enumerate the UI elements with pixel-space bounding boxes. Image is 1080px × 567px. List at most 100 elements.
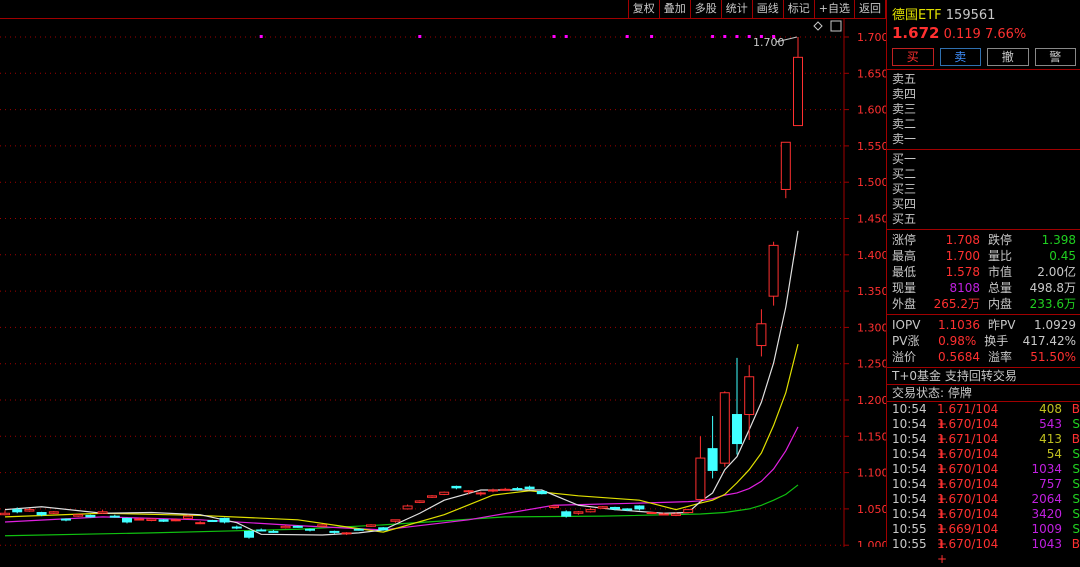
candle [585,509,596,513]
candle [549,505,559,508]
toolbar-button[interactable]: +自选 [813,0,854,18]
stat-row: 涨停 1.708 跌停 1.398 [892,232,1076,248]
stat-label: 内盘 [988,297,1013,311]
toolbar-button[interactable]: 叠加 [658,0,690,18]
trade-status: 交易状态: 停牌 [887,385,1080,402]
stat-label: 跌停 [988,233,1013,247]
tick-volume: 1009 [1031,522,1062,536]
tick-side: B [1071,432,1080,446]
cancel-order-button[interactable]: 撤 [987,48,1029,66]
tick-side: S [1072,522,1080,536]
stat-row: 溢价 0.5684 溢率 51.50% [892,349,1076,365]
toolbar-button[interactable]: 复权 [627,0,659,18]
candle [744,376,755,416]
buy-button[interactable]: 买 [892,48,934,66]
candle [183,515,193,519]
y-tick-label: 1.400 [857,249,886,262]
candlestick-chart[interactable]: 1.700 1.650 1.600 1.550 1.500 1.450 1.400 1.350… [0,19,886,547]
sell-level-label: 卖二 [892,117,917,131]
candle [427,495,437,498]
candle [61,518,71,521]
candle [305,528,315,531]
buy-level-label: 买二 [892,167,917,181]
security-code: 159561 [945,8,996,23]
stat-value: 1.578 [945,265,980,279]
tick-price: 1.670/104 + [937,447,999,476]
toolbar-button[interactable]: 返回 [854,0,885,18]
ma10-line [4,343,799,533]
toolbar-button[interactable]: 统计 [720,0,752,18]
stat-value: 498.8万 [1029,281,1076,295]
candle [341,532,352,535]
toolbar-button[interactable]: 画线 [751,0,783,18]
candle [109,515,120,518]
tick-time: 10:54 [892,492,927,506]
tick-row: 10:54 1.670/104 + 54 S [887,447,1080,476]
tick-time: 10:54 [892,447,927,461]
y-tick-label: 1.200 [857,394,886,407]
candle [451,485,462,489]
diamond-icon [813,21,823,31]
tick-side: B [1071,402,1080,416]
stats-grid: 涨停 1.708 跌停 1.398 最高 1.700 量比 0.45 最低 1.578 市值 2.00… [887,230,1080,315]
candle [378,527,389,531]
candle [646,512,657,515]
tick-volume: 757 [1039,477,1062,491]
candle [463,490,474,493]
candle [292,525,303,528]
sell-button[interactable]: 卖 [939,48,981,66]
candle [231,526,242,529]
chart-toolbar: 复权 叠加 多股 统计 画线 标记 +自选 返回 [0,0,886,19]
candle [695,457,706,500]
buy-level-label: 买一 [892,152,917,166]
candle [732,414,742,445]
y-tick-label: 1.250 [857,358,886,371]
buy-orderbook: 买一 买二 买三 买四 买五 [887,150,1080,230]
tick-row: 10:54 1.670/104 + 2064 S [887,492,1080,521]
tick-price: 1.670/104 + [937,477,999,506]
tick-side: B [1071,537,1080,551]
candle [85,514,96,518]
price-change: 0.119 [943,27,981,42]
buy-level-label: 买五 [892,212,917,226]
candle [146,518,157,522]
signal-marker [552,35,556,38]
y-tick-label: 1.500 [857,176,886,189]
candle [219,517,230,523]
stat-value: 1.700 [945,249,980,263]
tick-row: 10:55 1.670/104 + 1043 B [887,537,1080,566]
alert-button[interactable]: 警 [1034,48,1076,66]
candle [634,505,645,510]
toolbar-button[interactable]: 标记 [782,0,814,18]
tick-list[interactable]: 10:54 1.671/104 + 408 B 10:54 1.670/104 + 543 S… [887,402,1080,566]
candle [402,505,413,510]
toolbar-button[interactable]: 多股 [689,0,721,18]
tick-row: 10:55 1.669/104 + 1009 S [887,522,1080,551]
candle [561,511,572,517]
price-change-pct: 7.66% [984,27,1027,42]
tick-price: 1.670/104 + [937,462,999,491]
signal-marker [723,35,727,38]
tick-time: 10:54 [892,462,927,476]
candle [658,513,669,516]
candle [597,506,608,509]
tick-volume: 3420 [1031,507,1062,521]
signal-marker [625,35,629,38]
tick-time: 10:55 [892,522,927,536]
candle [622,508,633,511]
stat-value: 265.2万 [933,297,980,311]
candle [475,492,486,495]
candle [512,488,523,491]
security-header: 德国ETF 159561 [887,0,1080,24]
candle [158,519,169,522]
stat-value: 1.1036 [938,318,980,332]
stat-value: 1.0929 [1034,318,1076,332]
candle [134,518,145,521]
candle [536,490,547,495]
candle [366,524,376,527]
tick-row: 10:54 1.671/104 + 413 B [887,432,1080,461]
stat-value: 2.00亿 [1037,265,1076,279]
tick-time: 10:54 [892,417,927,431]
stat-label: 最低 [892,265,917,279]
signal-marker [564,35,568,38]
